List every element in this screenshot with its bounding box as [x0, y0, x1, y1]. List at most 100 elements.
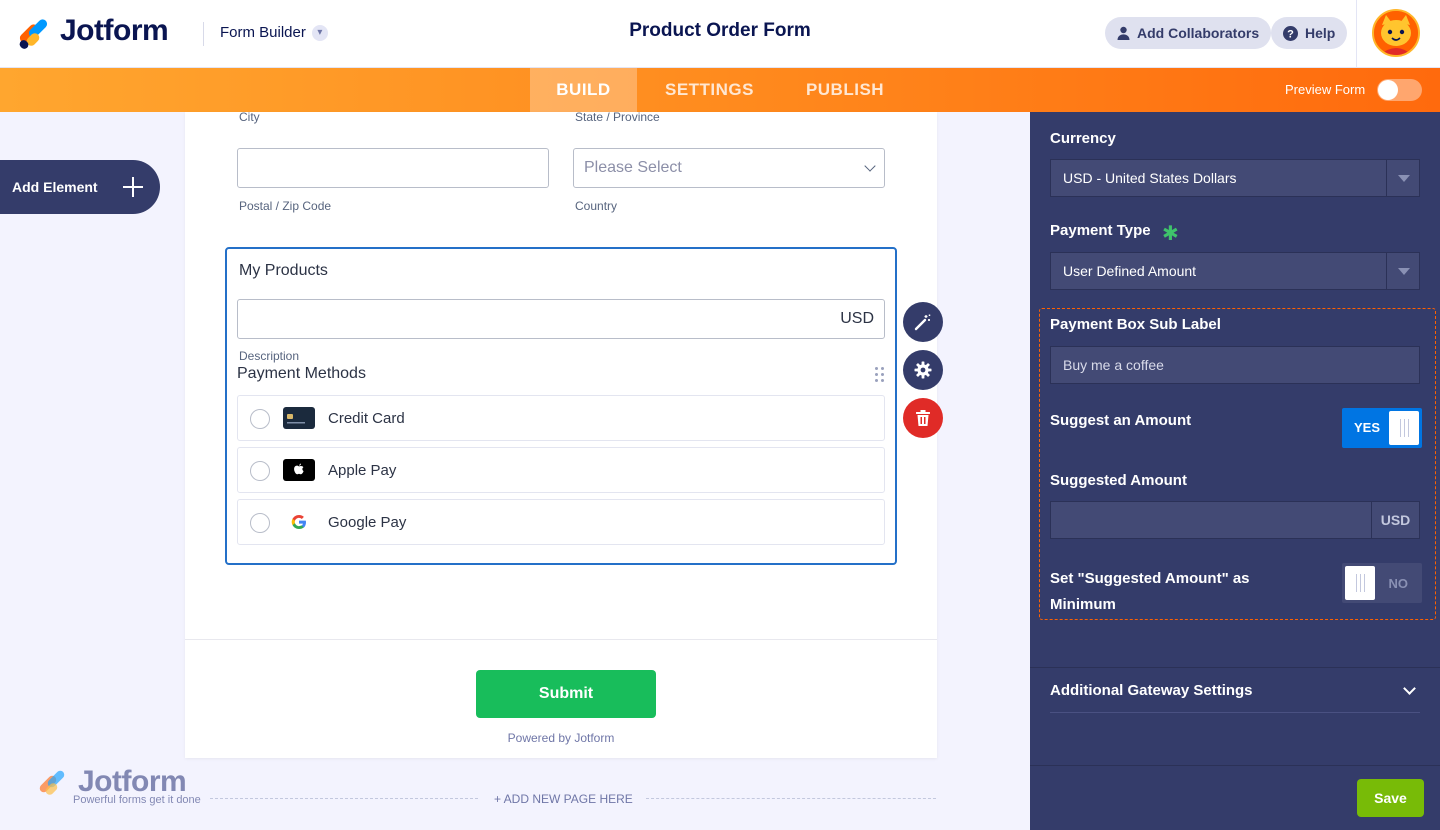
additional-gateway-settings-label: Additional Gateway Settings: [1050, 682, 1253, 699]
magic-wand-button[interactable]: [903, 302, 943, 342]
jotform-logo[interactable]: Jotform: [17, 14, 169, 51]
preview-form-toggle[interactable]: [1377, 79, 1422, 101]
tab-settings[interactable]: SETTINGS: [643, 68, 776, 112]
additional-gateway-settings-toggle[interactable]: Additional Gateway Settings: [1050, 682, 1420, 700]
apple-icon: [283, 459, 315, 481]
payment-method-label: Credit Card: [328, 410, 405, 427]
add-element-label: Add Element: [12, 179, 98, 195]
radio-button[interactable]: [250, 513, 270, 533]
add-collaborators-label: Add Collaborators: [1137, 25, 1260, 41]
preview-form-label: Preview Form: [1285, 82, 1366, 97]
payment-method-label: Google Pay: [328, 514, 407, 531]
suggested-amount-label: Suggested Amount: [1050, 472, 1187, 489]
tab-publish[interactable]: PUBLISH: [788, 68, 902, 112]
page-break-line-right: [646, 798, 936, 799]
svg-text:?: ?: [1287, 28, 1294, 40]
suggest-amount-toggle[interactable]: YES: [1342, 408, 1422, 448]
dropdown-arrow-icon: [1386, 253, 1419, 289]
panel-footer-divider: [1030, 765, 1440, 766]
tab-build[interactable]: BUILD: [530, 68, 637, 112]
country-sublabel: Country: [575, 199, 618, 213]
payment-properties-panel: Currency USD - United States Dollars Pay…: [1030, 112, 1440, 830]
dropdown-arrow-icon: [1386, 160, 1419, 196]
form-builder-label: Form Builder: [220, 24, 306, 41]
avatar-icon: [1374, 11, 1418, 55]
plus-icon: [122, 176, 144, 198]
my-products-field[interactable]: My Products USD Description Payment Meth…: [225, 247, 897, 565]
radio-button[interactable]: [250, 409, 270, 429]
credit-card-icon: [283, 407, 315, 429]
payment-method-credit-card[interactable]: Credit Card: [237, 395, 885, 441]
amount-input[interactable]: USD: [237, 299, 885, 339]
builder-nav-bar: BUILD SETTINGS PUBLISH Preview Form: [0, 68, 1440, 112]
jotform-logo-icon: [38, 767, 68, 797]
toggle-state-text: YES: [1354, 420, 1381, 435]
state-sublabel: State / Province: [575, 110, 660, 124]
set-minimum-label: Set "Suggested Amount" as Minimum: [1050, 570, 1250, 613]
form-title[interactable]: Product Order Form: [520, 20, 920, 42]
panel-divider: [1050, 712, 1420, 713]
currency-value: USD - United States Dollars: [1063, 170, 1237, 186]
toggle-knob: [1378, 80, 1398, 100]
page-break-line-left: [210, 798, 478, 799]
toggle-knob: [1345, 566, 1375, 600]
avatar-divider: [1356, 0, 1357, 67]
help-icon: ?: [1283, 25, 1298, 41]
jotform-logo-icon: [17, 15, 50, 51]
country-select[interactable]: Please Select: [573, 148, 885, 188]
form-builder-menu[interactable]: Form Builder ▾: [220, 24, 328, 41]
payment-method-google-pay[interactable]: Google Pay: [237, 499, 885, 545]
add-collaborators-button[interactable]: Add Collaborators: [1105, 17, 1272, 49]
set-minimum-toggle[interactable]: NO: [1342, 563, 1422, 603]
suggest-amount-label: Suggest an Amount: [1050, 412, 1192, 429]
payment-box-sub-label-title: Payment Box Sub Label: [1050, 316, 1221, 333]
payment-method-label: Apple Pay: [328, 462, 397, 479]
powered-by-text: Powered by Jotform: [507, 731, 615, 745]
drag-handle-icon[interactable]: [875, 367, 887, 383]
gear-icon: [914, 361, 932, 379]
zip-code-sublabel: Postal / Zip Code: [239, 199, 332, 213]
zip-code-input[interactable]: [237, 148, 549, 188]
submit-button[interactable]: Submit: [476, 670, 656, 718]
watermark-tagline: Powerful forms get it done: [73, 794, 201, 806]
currency-select[interactable]: USD - United States Dollars: [1050, 159, 1420, 197]
form-canvas: City State / Province Please Select Post…: [185, 110, 937, 758]
trash-icon: [916, 410, 930, 426]
chevron-down-icon: [1403, 682, 1416, 695]
magic-wand-icon: [914, 314, 931, 331]
chevron-down-icon: ▾: [311, 24, 328, 41]
payment-type-value: User Defined Amount: [1063, 263, 1197, 279]
user-avatar[interactable]: [1372, 9, 1420, 57]
payment-method-apple-pay[interactable]: Apple Pay: [237, 447, 885, 493]
save-button[interactable]: Save: [1357, 779, 1424, 817]
user-icon: [1117, 26, 1130, 40]
amount-currency: USD: [840, 310, 874, 327]
suggested-amount-currency: USD: [1371, 502, 1419, 538]
help-label: Help: [1305, 25, 1336, 41]
payment-methods-title: Payment Methods: [237, 365, 366, 382]
radio-button[interactable]: [250, 461, 270, 481]
payment-type-select[interactable]: User Defined Amount: [1050, 252, 1420, 290]
help-button[interactable]: ? Help: [1271, 17, 1348, 49]
toggle-knob: [1389, 411, 1419, 445]
logo-text: Jotform: [60, 14, 169, 47]
add-element-button[interactable]: Add Element: [0, 160, 160, 214]
chevron-down-icon: [864, 160, 876, 172]
top-header: Jotform Form Builder ▾ Product Order For…: [0, 0, 1440, 68]
google-icon: [283, 511, 315, 533]
header-divider: [203, 22, 204, 46]
country-placeholder: Please Select: [584, 159, 682, 176]
panel-divider: [1030, 667, 1440, 668]
toggle-state-text: NO: [1388, 576, 1409, 591]
suggested-amount-input[interactable]: USD: [1050, 501, 1420, 539]
delete-field-button[interactable]: [903, 398, 943, 438]
field-settings-button[interactable]: [903, 350, 943, 390]
add-new-page-link[interactable]: + ADD NEW PAGE HERE: [494, 792, 633, 806]
currency-label: Currency: [1050, 130, 1116, 147]
my-products-title[interactable]: My Products: [239, 262, 328, 280]
required-asterisk-icon: ✱: [1162, 223, 1179, 245]
city-sublabel: City: [239, 110, 260, 124]
canvas-divider: [185, 639, 937, 640]
payment-type-label: Payment Type: [1050, 222, 1151, 239]
payment-box-sub-label-input[interactable]: Buy me a coffee: [1050, 346, 1420, 384]
